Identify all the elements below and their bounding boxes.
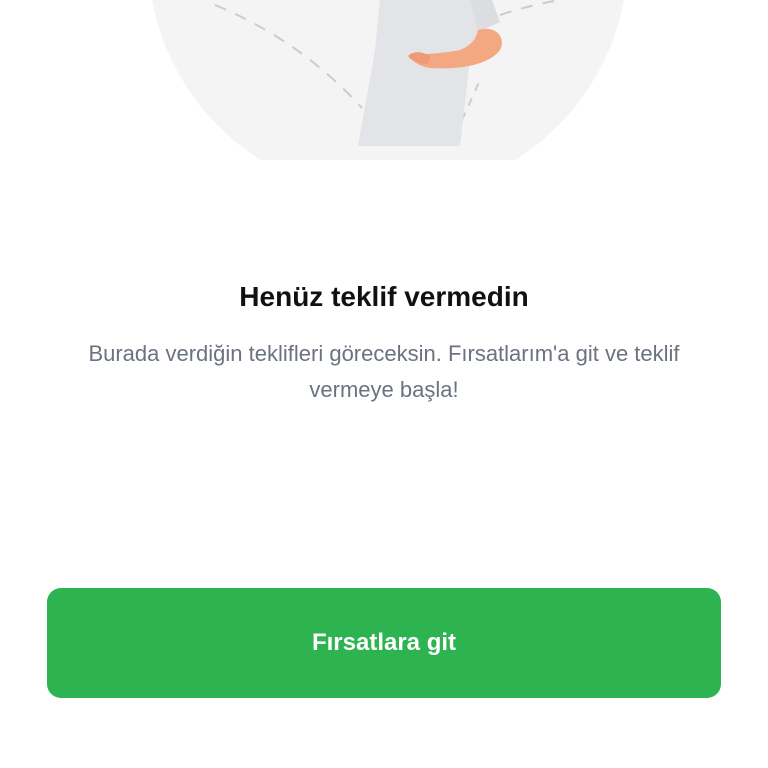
empty-state-illustration <box>0 0 768 197</box>
go-to-deals-button[interactable]: Fırsatlara git <box>47 588 721 698</box>
person-pointing-illustration-icon <box>152 0 624 197</box>
empty-state-title: Henüz teklif vermedin <box>239 281 529 312</box>
empty-state-description: Burada verdiğin teklifleri göreceksin. F… <box>88 341 680 402</box>
